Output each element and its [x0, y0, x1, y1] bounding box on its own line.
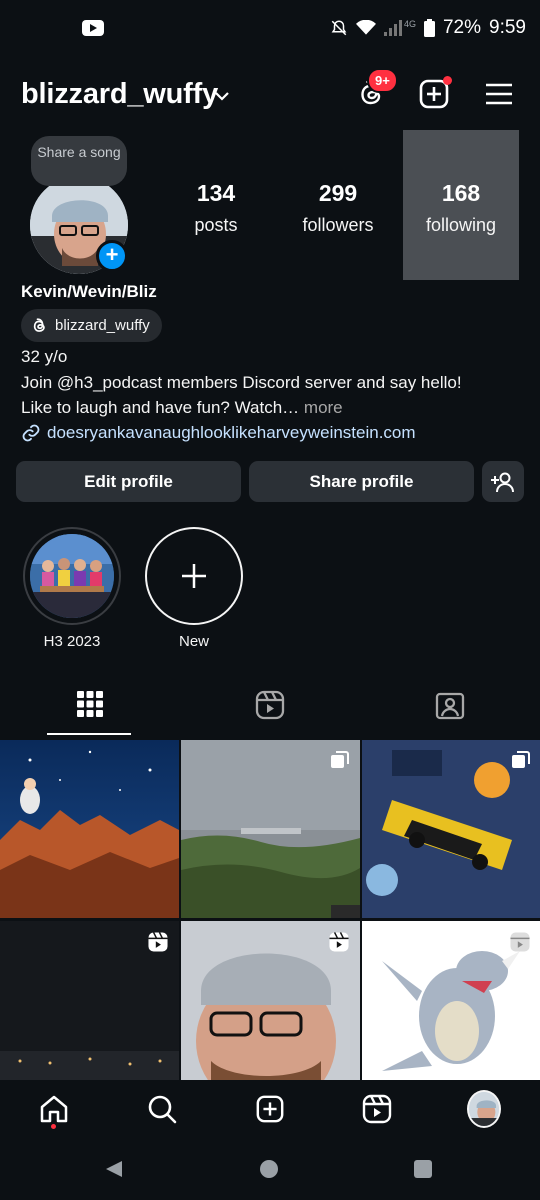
- bio-website-link[interactable]: doesryankavanaughlooklikeharveyweinstein…: [21, 423, 416, 443]
- following-label: following: [425, 215, 497, 235]
- nav-profile[interactable]: [467, 1090, 501, 1128]
- nav-search[interactable]: [145, 1092, 179, 1126]
- post-thumbnail[interactable]: [362, 921, 540, 1080]
- carousel-icon: [512, 751, 530, 768]
- reels-icon: [362, 1094, 392, 1124]
- battery-percent: 72%: [442, 17, 482, 38]
- highlight-cover-image: [30, 534, 114, 618]
- reel-icon: [148, 932, 168, 952]
- active-tab-indicator: [47, 733, 131, 735]
- post-thumbnail[interactable]: [362, 740, 540, 918]
- search-icon: [148, 1095, 177, 1124]
- back-icon[interactable]: [104, 1159, 124, 1179]
- profile-content-tabs: [0, 680, 540, 738]
- chevron-down-icon[interactable]: [214, 90, 230, 102]
- carousel-icon: [331, 751, 349, 768]
- reel-icon: [510, 932, 530, 952]
- system-navigation-bar: [0, 1138, 540, 1200]
- wifi-icon: [355, 20, 376, 35]
- highlight-ring: [23, 527, 121, 625]
- plus-square-icon: [256, 1095, 284, 1123]
- highlight-label: H3 2023: [43, 633, 101, 650]
- highlight-h3-2023[interactable]: H3 2023: [23, 527, 121, 650]
- following-number: 168: [441, 180, 481, 206]
- threads-icon: [33, 317, 45, 332]
- post-thumbnail[interactable]: [181, 921, 360, 1080]
- home-icon: [40, 1095, 68, 1123]
- followers-number: 299: [318, 180, 358, 206]
- network-type: 4G: [403, 19, 416, 29]
- share-profile-button[interactable]: Share profile: [249, 461, 474, 502]
- website-url: doesryankavanaughlooklikeharveyweinstein…: [47, 423, 416, 442]
- threads-badge: 9+: [367, 68, 398, 93]
- profile-header: blizzard_wuffy 9+: [0, 68, 540, 120]
- threads-profile-chip[interactable]: blizzard_wuffy: [21, 309, 162, 342]
- bio-laugh-text: Like to laugh and have fun? Watch…: [21, 398, 300, 417]
- posts-count[interactable]: 134 posts: [158, 180, 274, 236]
- reels-icon: [255, 690, 285, 720]
- posts-number: 134: [196, 180, 236, 206]
- tab-tagged[interactable]: [360, 680, 540, 738]
- edit-profile-button[interactable]: Edit profile: [16, 461, 241, 502]
- username-switcher[interactable]: blizzard_wuffy: [21, 78, 218, 111]
- tab-posts-grid[interactable]: [0, 680, 180, 738]
- new-highlight-ring: [145, 527, 243, 625]
- add-person-icon: [491, 472, 514, 492]
- tab-reels[interactable]: [180, 680, 360, 738]
- display-name: Kevin/Wevin/Bliz: [21, 282, 157, 301]
- hamburger-menu-icon[interactable]: [483, 78, 515, 110]
- bio-discord: Join @h3_podcast members Discord server …: [21, 373, 462, 392]
- status-bar: 4G 72% 9:59: [0, 0, 540, 58]
- posts-grid: [0, 740, 540, 1080]
- note-bubble[interactable]: Share a song: [31, 136, 127, 186]
- create-notification-dot: [443, 76, 452, 85]
- post-thumbnail[interactable]: [181, 740, 360, 918]
- post-thumbnail[interactable]: [0, 740, 179, 918]
- followers-label: followers: [302, 215, 374, 235]
- nav-create[interactable]: [253, 1092, 287, 1126]
- highlight-cover: [30, 534, 114, 618]
- youtube-notification-icon: [82, 20, 104, 36]
- system-home-button[interactable]: [260, 1160, 278, 1178]
- link-icon: [22, 424, 40, 442]
- nav-avatar-photo: [469, 1092, 499, 1126]
- nav-reels[interactable]: [360, 1092, 394, 1126]
- avatar: [467, 1090, 501, 1128]
- threads-handle: blizzard_wuffy: [55, 317, 150, 334]
- bio-more-link[interactable]: more: [304, 398, 343, 417]
- battery-icon: [423, 19, 435, 37]
- bio-age: 32 y/o: [21, 347, 68, 366]
- add-story-button[interactable]: +: [96, 240, 128, 272]
- discover-people-button[interactable]: [482, 461, 524, 502]
- plus-icon: [182, 564, 206, 588]
- bottom-navigation: [0, 1080, 540, 1138]
- new-highlight-button[interactable]: New: [145, 527, 243, 650]
- status-indicators: 4G 72% 9:59: [330, 17, 526, 39]
- signal-icon: [383, 20, 402, 36]
- followers-count[interactable]: 299 followers: [280, 180, 396, 236]
- mute-bell-icon: [331, 20, 347, 36]
- grid-icon: [77, 691, 103, 717]
- post-image-nebula: [0, 740, 179, 918]
- following-count[interactable]: 168 following: [403, 130, 519, 280]
- reel-icon: [329, 932, 349, 952]
- recent-apps-button[interactable]: [414, 1160, 432, 1178]
- post-thumbnail[interactable]: [0, 921, 179, 1080]
- tagged-person-icon: [435, 692, 465, 720]
- nav-home[interactable]: [37, 1092, 71, 1126]
- posts-label: posts: [194, 215, 238, 235]
- clock: 9:59: [489, 17, 526, 38]
- new-highlight-label: New: [178, 633, 209, 650]
- home-notification-dot: [51, 1124, 56, 1129]
- bio-laugh: Like to laugh and have fun? Watch… more: [21, 398, 343, 418]
